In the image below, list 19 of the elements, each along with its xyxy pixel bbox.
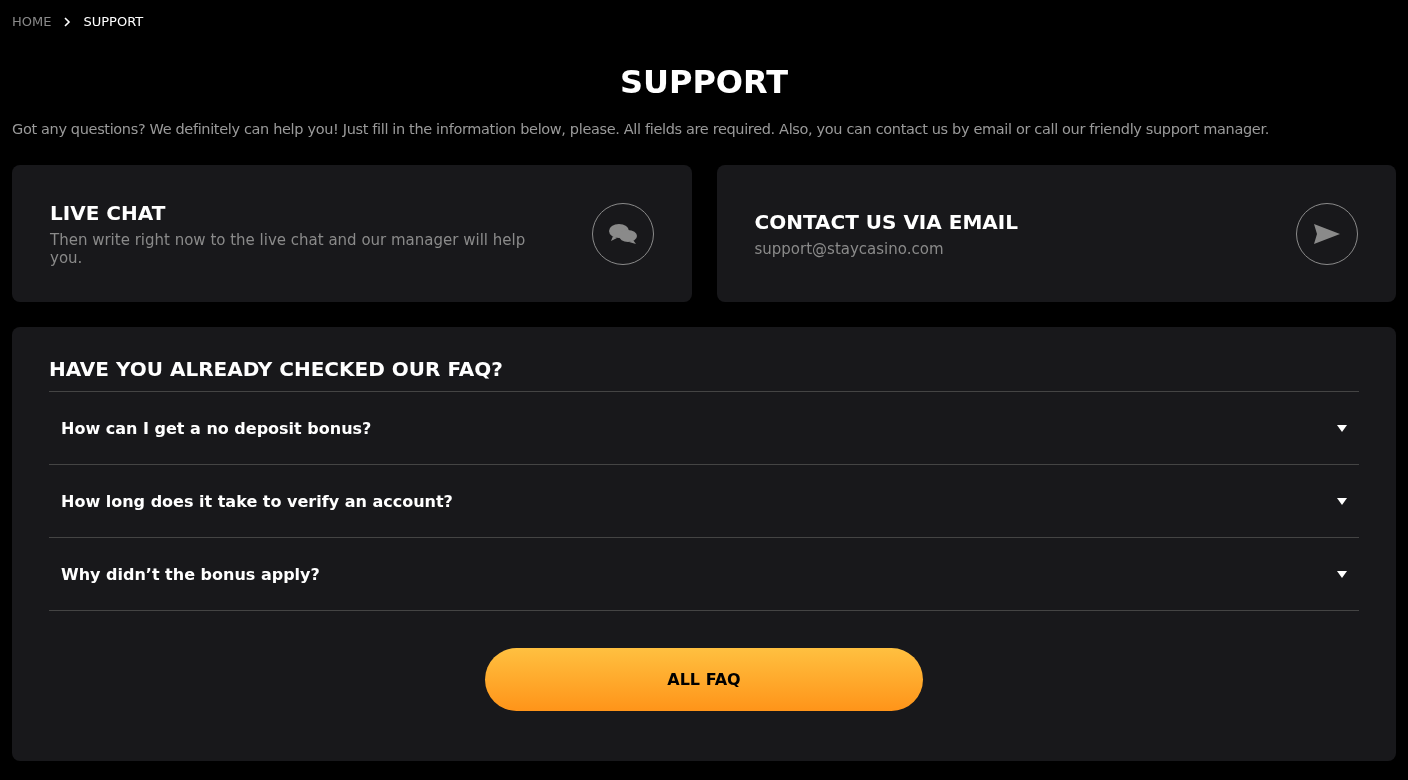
chevron-icon: [63, 16, 72, 27]
intro-text: Got any questions? We definitely can help you! Just fill in the information below, please. All fields are required. Also, you can contact us by email or call our friendly support manager.: [12, 121, 1270, 137]
breadcrumb-link[interactable]: SUPPORT: [83, 14, 144, 29]
speech-bubbles-icon: [607, 221, 638, 246]
paper-plane-icon: [1313, 222, 1341, 245]
faq-question: Why didn’t the bonus apply?: [61, 564, 320, 584]
card-text: support@staycasino.com: [754, 239, 945, 258]
card-title: CONTACT US VIA EMAIL: [754, 209, 1019, 234]
faq-item[interactable]: How can I get a no deposit bonus?: [49, 392, 1359, 465]
card-title: LIVE CHAT: [50, 200, 167, 225]
faq-question: How can I get a no deposit bonus?: [61, 418, 372, 438]
card-text: Then write right now to the live chat and our manager will help you.: [50, 230, 527, 267]
faq-question: How long does it take to verify an account?: [61, 491, 453, 511]
all-faq-button[interactable]: ALL FAQ: [485, 648, 923, 711]
breadcrumb-link[interactable]: HOME: [12, 14, 52, 29]
page-title: SUPPORT: [618, 63, 790, 101]
faq-item[interactable]: How long does it take to verify an account?: [49, 465, 1359, 538]
faq-title: HAVE YOU ALREADY CHECKED OUR FAQ?: [49, 357, 1359, 392]
faq-item[interactable]: Why didn’t the bonus apply?: [49, 538, 1359, 611]
